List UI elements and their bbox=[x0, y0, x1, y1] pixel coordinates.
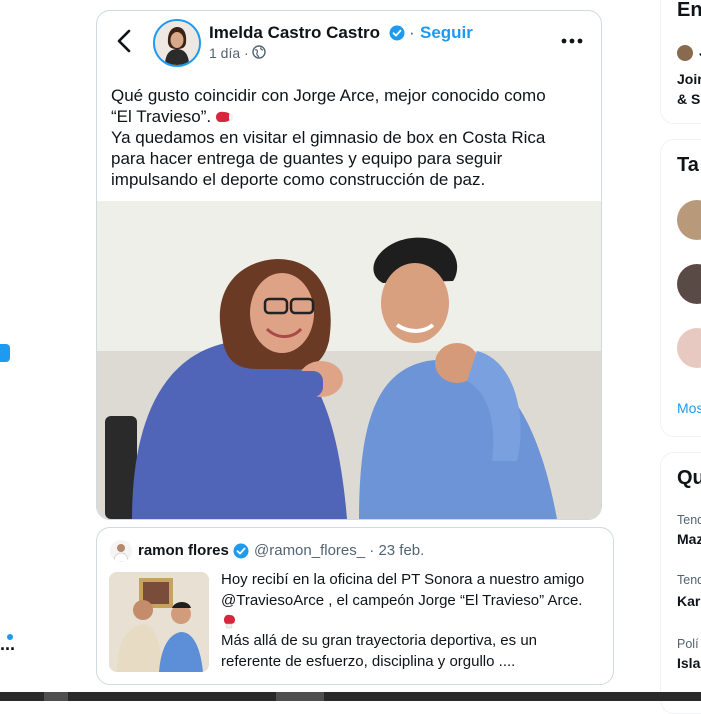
post-text-rest: Ya quedamos en visitar el gimnasio de bo… bbox=[111, 128, 546, 189]
post-body-text: Qué gusto coincidir con Jorge Arce, mejo… bbox=[111, 85, 591, 190]
sidebar-event-line-1[interactable]: Joir bbox=[677, 71, 701, 87]
sidebar-card-title: En bbox=[677, 0, 701, 21]
post-timestamp[interactable]: 1 día · bbox=[209, 45, 249, 61]
sidebar-card-title: Ta bbox=[677, 154, 699, 176]
sidebar-card-events: En J Joir & S bbox=[660, 0, 701, 124]
trend-category: Polí bbox=[677, 637, 699, 651]
sidebar-card-who-to-follow: Ta Mos bbox=[660, 139, 701, 437]
boxing-glove-icon bbox=[224, 614, 235, 629]
suggested-user-avatar[interactable] bbox=[677, 328, 701, 368]
post-text-line-1: Qué gusto coincidir con Jorge Arce, mejo… bbox=[111, 86, 546, 105]
follow-button[interactable]: Seguir bbox=[420, 23, 473, 43]
main-timeline-column: Imelda Castro Castro · Seguir 1 día · Qu… bbox=[30, 0, 631, 692]
author-avatar-image bbox=[155, 21, 199, 65]
sidebar-event-line-2[interactable]: & S bbox=[677, 91, 700, 107]
author-name[interactable]: Imelda Castro Castro bbox=[209, 23, 380, 43]
trend-category: Tend bbox=[677, 573, 701, 587]
quote-thumbnail-art bbox=[109, 572, 209, 672]
post-header: Imelda Castro Castro · Seguir 1 día · bbox=[97, 11, 601, 73]
back-arrow-icon[interactable] bbox=[113, 27, 137, 55]
verified-icon bbox=[233, 543, 249, 559]
suggested-user-avatar[interactable] bbox=[677, 200, 701, 240]
quote-body-text: Hoy recibí en la oficina del PT Sonora a… bbox=[221, 570, 599, 672]
show-more-link[interactable]: Mos bbox=[677, 400, 701, 416]
quote-thumbnail-image[interactable] bbox=[109, 572, 209, 672]
taskbar-item[interactable] bbox=[44, 692, 68, 701]
post-text-line-2: “El Travieso”. bbox=[111, 107, 212, 126]
boxing-glove-icon bbox=[216, 111, 234, 122]
trend-name[interactable]: Maz bbox=[677, 531, 701, 547]
quote-handle-and-date[interactable]: @ramon_flores_ · 23 feb. bbox=[254, 542, 424, 559]
embedded-post-card[interactable]: Imelda Castro Castro · Seguir 1 día · Qu… bbox=[96, 10, 602, 520]
sidebar-card-title: Qu bbox=[677, 467, 701, 489]
trend-name[interactable]: Kar bbox=[677, 593, 700, 609]
notification-badge[interactable] bbox=[0, 344, 10, 362]
post-photo[interactable] bbox=[97, 201, 601, 519]
quote-author-name[interactable]: ramon flores bbox=[138, 542, 229, 559]
sidebar-user-avatar[interactable] bbox=[677, 45, 693, 61]
os-taskbar bbox=[0, 692, 701, 701]
more-icon[interactable] bbox=[559, 31, 585, 51]
suggested-user-avatar[interactable] bbox=[677, 264, 701, 304]
trend-category: Tend bbox=[677, 513, 701, 527]
quote-text-part-1: Hoy recibí en la oficina del PT Sonora a… bbox=[221, 571, 585, 609]
author-avatar[interactable] bbox=[153, 19, 201, 67]
trend-name[interactable]: Isla bbox=[677, 655, 700, 671]
verified-icon bbox=[389, 25, 405, 41]
globe-icon bbox=[252, 45, 266, 59]
left-navigation-rail: ... bbox=[0, 0, 31, 692]
quote-author-avatar[interactable] bbox=[110, 540, 132, 562]
header-separator: · bbox=[409, 23, 415, 42]
quote-text-part-2: Más allá de su gran trayectoria deportiv… bbox=[221, 632, 538, 670]
taskbar-item[interactable] bbox=[276, 692, 324, 701]
right-sidebar: En J Joir & S Ta Mos Qu Tend Maz Tend Ka… bbox=[630, 0, 701, 714]
quoted-post-card[interactable]: ramon flores @ramon_flores_ · 23 feb. Ho… bbox=[96, 527, 614, 685]
unread-dot-icon bbox=[7, 634, 13, 640]
quote-avatar-image bbox=[110, 540, 132, 562]
sidebar-card-trends: Qu Tend Maz Tend Kar Polí Isla bbox=[660, 452, 701, 714]
